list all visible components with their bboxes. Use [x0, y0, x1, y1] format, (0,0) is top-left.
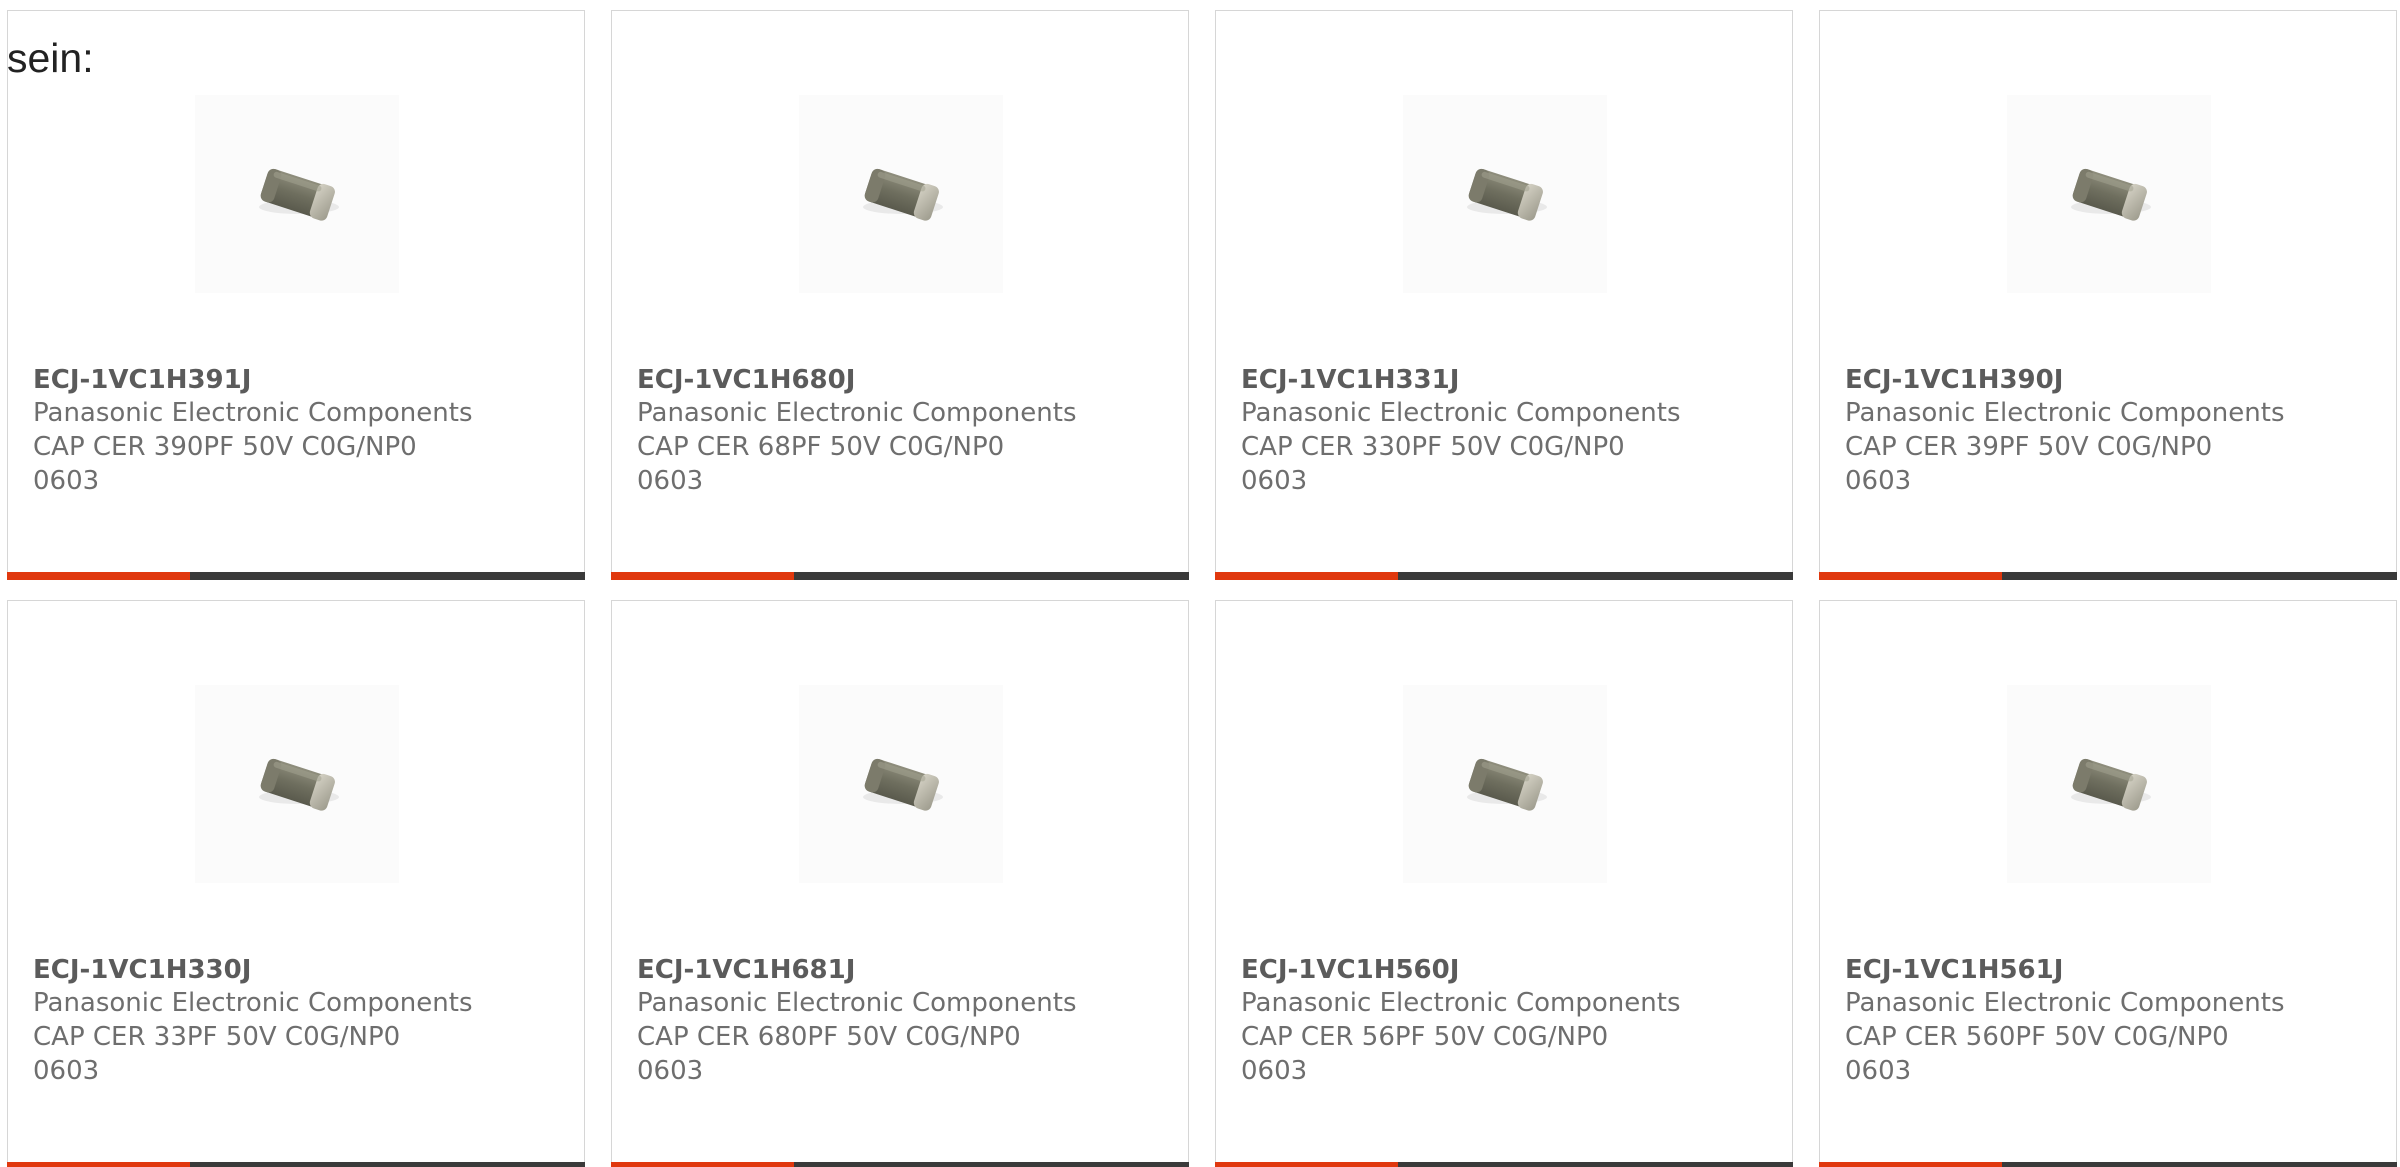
part-number[interactable]: ECJ-1VC1H391J [33, 365, 251, 395]
product-image[interactable] [2007, 685, 2211, 883]
manufacturer: Panasonic Electronic Components [637, 988, 1077, 1018]
product-card[interactable]: ECJ-1VC1H330J Panasonic Electronic Compo… [7, 600, 585, 1167]
card-footer-bar [611, 1162, 1189, 1167]
product-image[interactable] [799, 95, 1003, 293]
capacitor-chip-icon [258, 756, 339, 813]
product-image[interactable] [1403, 95, 1607, 293]
card-accent-bar [1819, 572, 2002, 580]
product-image[interactable] [2007, 95, 2211, 293]
manufacturer: Panasonic Electronic Components [1241, 988, 1681, 1018]
product-image[interactable] [1403, 685, 1607, 883]
part-number[interactable]: ECJ-1VC1H681J [637, 955, 855, 985]
card-footer-bar [1215, 572, 1793, 580]
product-card[interactable]: ECJ-1VC1H561J Panasonic Electronic Compo… [1819, 600, 2397, 1167]
card-accent-bar [7, 1162, 190, 1167]
package: 0603 [1845, 466, 1912, 496]
card-footer-bar [1819, 1162, 2397, 1167]
manufacturer: Panasonic Electronic Components [33, 988, 473, 1018]
card-accent-bar [611, 1162, 794, 1167]
card-accent-bar [1215, 572, 1398, 580]
description: CAP CER 68PF 50V C0G/NP0 [637, 432, 1005, 462]
card-footer-bar [611, 572, 1189, 580]
manufacturer: Panasonic Electronic Components [637, 398, 1077, 428]
part-number[interactable]: ECJ-1VC1H560J [1241, 955, 1459, 985]
manufacturer: Panasonic Electronic Components [1241, 398, 1681, 428]
card-footer-bar [7, 572, 585, 580]
description: CAP CER 560PF 50V C0G/NP0 [1845, 1022, 2229, 1052]
product-card[interactable]: ECJ-1VC1H390J Panasonic Electronic Compo… [1819, 10, 2397, 580]
package: 0603 [637, 1056, 704, 1086]
part-number[interactable]: ECJ-1VC1H331J [1241, 365, 1459, 395]
product-card[interactable]: ECJ-1VC1H560J Panasonic Electronic Compo… [1215, 600, 1793, 1167]
part-number[interactable]: ECJ-1VC1H390J [1845, 365, 2063, 395]
product-card[interactable]: ECJ-1VC1H680J Panasonic Electronic Compo… [611, 10, 1189, 580]
package: 0603 [33, 466, 100, 496]
capacitor-chip-icon [258, 166, 339, 223]
part-number[interactable]: ECJ-1VC1H561J [1845, 955, 2063, 985]
card-footer-bar [1215, 1162, 1793, 1167]
capacitor-chip-icon [2070, 166, 2151, 223]
card-accent-bar [1819, 1162, 2002, 1167]
product-image[interactable] [195, 95, 399, 293]
capacitor-chip-icon [1466, 166, 1547, 223]
card-footer-bar [1819, 572, 2397, 580]
description: CAP CER 56PF 50V C0G/NP0 [1241, 1022, 1609, 1052]
package: 0603 [33, 1056, 100, 1086]
product-image[interactable] [799, 685, 1003, 883]
card-footer-bar [7, 1162, 585, 1167]
capacitor-chip-icon [1466, 756, 1547, 813]
part-number[interactable]: ECJ-1VC1H330J [33, 955, 251, 985]
package: 0603 [1241, 1056, 1308, 1086]
card-accent-bar [7, 572, 190, 580]
description: CAP CER 390PF 50V C0G/NP0 [33, 432, 417, 462]
description: CAP CER 680PF 50V C0G/NP0 [637, 1022, 1021, 1052]
package: 0603 [637, 466, 704, 496]
product-grid: ECJ-1VC1H391J Panasonic Electronic Compo… [0, 0, 2400, 1167]
package: 0603 [1241, 466, 1308, 496]
card-accent-bar [611, 572, 794, 580]
product-card[interactable]: ECJ-1VC1H681J Panasonic Electronic Compo… [611, 600, 1189, 1167]
description: CAP CER 33PF 50V C0G/NP0 [33, 1022, 401, 1052]
product-card[interactable]: ECJ-1VC1H331J Panasonic Electronic Compo… [1215, 10, 1793, 580]
product-image[interactable] [195, 685, 399, 883]
product-card[interactable]: ECJ-1VC1H391J Panasonic Electronic Compo… [7, 10, 585, 580]
capacitor-chip-icon [862, 166, 943, 223]
manufacturer: Panasonic Electronic Components [1845, 988, 2285, 1018]
description: CAP CER 330PF 50V C0G/NP0 [1241, 432, 1625, 462]
part-number[interactable]: ECJ-1VC1H680J [637, 365, 855, 395]
manufacturer: Panasonic Electronic Components [33, 398, 473, 428]
manufacturer: Panasonic Electronic Components [1845, 398, 2285, 428]
description: CAP CER 39PF 50V C0G/NP0 [1845, 432, 2213, 462]
card-accent-bar [1215, 1162, 1398, 1167]
section-heading: sein: [7, 35, 94, 81]
capacitor-chip-icon [2070, 756, 2151, 813]
capacitor-chip-icon [862, 756, 943, 813]
package: 0603 [1845, 1056, 1912, 1086]
